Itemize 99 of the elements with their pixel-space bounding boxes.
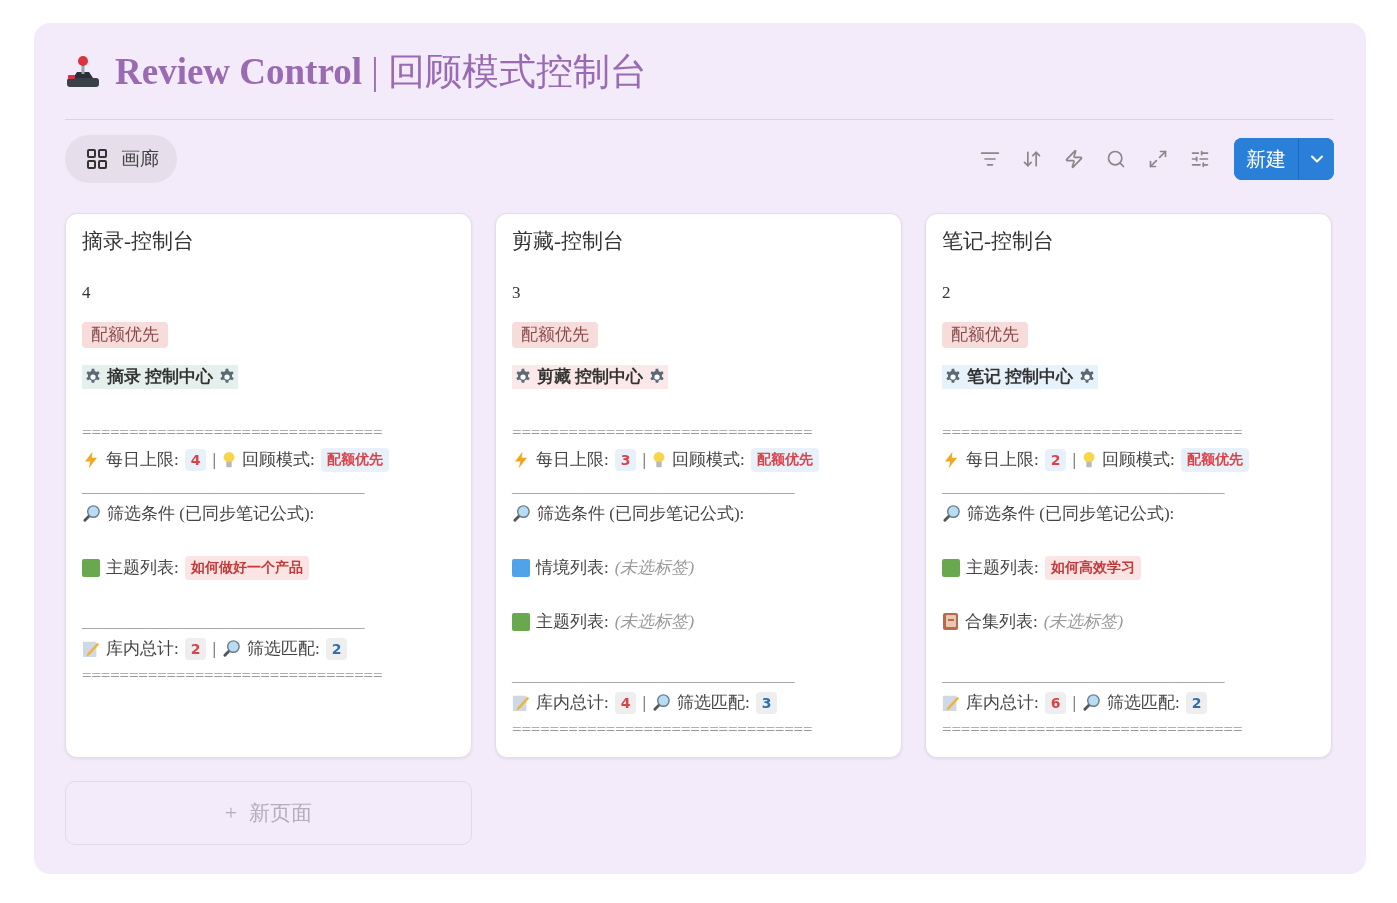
separator: |	[1072, 449, 1076, 470]
filter-header: 筛选条件 (已同步笔记公式):	[537, 503, 745, 525]
rule-line: __________________________________	[512, 476, 795, 498]
total-value: 4	[614, 691, 637, 714]
heading-text: 剪藏 控制中心	[537, 366, 644, 388]
card-title: 摘录-控制台	[82, 228, 194, 255]
match-value: 2	[1185, 691, 1208, 714]
filter-icon	[980, 149, 1000, 169]
filter-header: 筛选条件 (已同步笔记公式):	[107, 503, 315, 525]
filter-label: 合集列表:	[965, 611, 1038, 633]
filter-label: 主题列表:	[106, 557, 179, 579]
memo-icon	[512, 693, 530, 712]
card[interactable]	[65, 213, 472, 758]
expand-icon	[1148, 149, 1168, 169]
limit-value: 2	[1044, 448, 1067, 471]
total-label: 库内总计:	[536, 692, 609, 714]
card-title: 笔记-控制台	[942, 228, 1054, 255]
magnifier-icon	[942, 504, 961, 523]
match-label: 筛选匹配:	[246, 638, 320, 660]
match-value: 3	[755, 691, 778, 714]
page-title: Review Control | 回顾模式控制台	[115, 50, 647, 94]
sliders-icon	[1190, 149, 1210, 169]
memo-icon	[82, 639, 100, 658]
rule-line: __________________________________	[82, 476, 365, 498]
filter-label: 情境列表:	[536, 557, 609, 579]
rule-line: __________________________________	[512, 665, 795, 687]
limit-label: 每日上限:	[966, 449, 1039, 471]
heading-text: 笔记 控制中心	[967, 366, 1074, 388]
magnifier-icon	[221, 639, 241, 658]
gear-icon	[514, 368, 532, 386]
joystick-icon	[65, 54, 101, 90]
separator: |	[642, 449, 646, 470]
gallery-view-button[interactable]: 画廊	[65, 135, 177, 183]
mode-label: 回顾模式:	[1101, 449, 1175, 471]
card-title: 剪藏-控制台	[512, 228, 624, 255]
plus-sign: +	[224, 800, 238, 826]
limit-label: 每日上限:	[106, 449, 179, 471]
separator: |	[642, 692, 646, 713]
filter-label: 主题列表:	[966, 557, 1039, 579]
rule-line: ================================	[512, 719, 813, 741]
new-button[interactable]: 新建	[1234, 138, 1299, 180]
total-value: 6	[1044, 691, 1067, 714]
lightning-icon	[1064, 149, 1084, 169]
card[interactable]	[495, 213, 902, 758]
match-label: 筛选匹配:	[676, 692, 750, 714]
rule-line: __________________________________	[942, 665, 1225, 687]
total-label: 库内总计:	[966, 692, 1039, 714]
mode-value: 配额优先	[320, 447, 389, 472]
light-bulb-icon	[221, 450, 236, 469]
gear-icon	[84, 368, 102, 386]
mode-tag: 配额优先	[942, 322, 1028, 348]
separator: |	[1072, 692, 1076, 713]
mode-label: 回顾模式:	[671, 449, 745, 471]
match-label: 筛选匹配:	[1106, 692, 1180, 714]
mode-value: 配额优先	[1180, 447, 1249, 472]
rule-line: ================================	[942, 422, 1243, 444]
mode-label: 回顾模式:	[241, 449, 315, 471]
mode-value: 配额优先	[750, 447, 819, 472]
gear-icon	[944, 368, 962, 386]
filter-tag: 如何做好一个产品	[184, 555, 309, 580]
rule-line: __________________________________	[942, 476, 1225, 498]
separator: |	[212, 449, 216, 470]
card[interactable]	[925, 213, 1332, 758]
magnifier-icon	[512, 504, 531, 523]
new-page-label: 新页面	[249, 800, 313, 827]
search-icon	[1106, 149, 1126, 169]
light-bulb-icon	[651, 450, 666, 469]
filter-value: (未选标签)	[1043, 611, 1124, 633]
book-icon	[942, 612, 959, 631]
card-count: 4	[82, 282, 91, 304]
filter-value: (未选标签)	[614, 557, 695, 579]
card-count: 3	[512, 282, 521, 304]
sort-icon	[1022, 149, 1042, 169]
match-value: 2	[325, 637, 348, 660]
memo-icon	[942, 693, 960, 712]
rule-line: ================================	[82, 422, 383, 444]
grid-icon	[85, 147, 109, 171]
filter-label: 主题列表:	[536, 611, 609, 633]
filter-value: (未选标签)	[614, 611, 695, 633]
limit-value: 3	[614, 448, 637, 471]
magnifier-icon	[651, 693, 671, 712]
rule-line: ================================	[512, 422, 813, 444]
rule-line: ================================	[82, 665, 383, 687]
separator: |	[212, 638, 216, 659]
limit-label: 每日上限:	[536, 449, 609, 471]
total-value: 2	[184, 637, 207, 660]
total-label: 库内总计:	[106, 638, 179, 660]
filter-header: 筛选条件 (已同步笔记公式):	[967, 503, 1175, 525]
heading-text: 摘录 控制中心	[107, 366, 214, 388]
mode-tag: 配额优先	[512, 322, 598, 348]
rule-line: __________________________________	[82, 611, 365, 633]
light-bulb-icon	[1081, 450, 1096, 469]
card-count: 2	[942, 282, 951, 304]
filter-tag: 如何高效学习	[1044, 555, 1141, 580]
rule-line: ================================	[942, 719, 1243, 741]
magnifier-icon	[82, 504, 101, 523]
limit-value: 4	[184, 448, 207, 471]
mode-tag: 配额优先	[82, 322, 168, 348]
magnifier-icon	[1081, 693, 1101, 712]
